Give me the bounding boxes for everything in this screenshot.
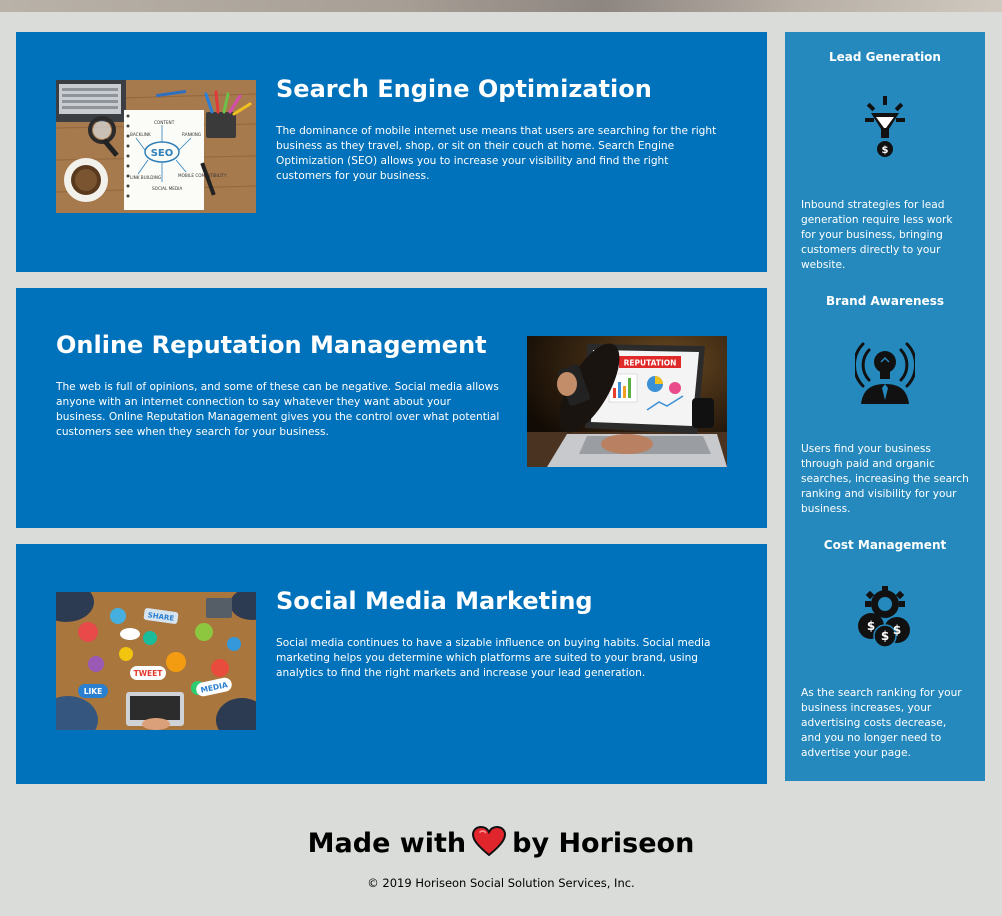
money-gear-icon: $ $ $ — [858, 586, 910, 648]
seo-description: The dominance of mobile internet use mea… — [276, 125, 717, 182]
reputation-title: Online Reputation Management — [56, 331, 487, 359]
benefit-text: As the search ranking for your business … — [801, 687, 962, 759]
svg-text:$: $ — [893, 623, 901, 637]
social-image-word: LIKE — [84, 687, 103, 696]
social-description: Social media continues to have a sizable… — [276, 637, 711, 679]
benefit-brand-awareness: Brand Awareness Users find your business… — [785, 294, 985, 517]
footer-made-with: Made with — [307, 828, 467, 859]
seo-image-word: LINK BUILDING — [130, 175, 161, 180]
footer-by: by Horiseon — [512, 828, 695, 859]
lightbulb-person-icon — [855, 342, 915, 404]
benefit-title: Brand Awareness — [826, 294, 944, 308]
copyright: © 2019 Horiseon Social Solution Services… — [367, 876, 635, 890]
footer-heading: Made with by Horiseon — [0, 825, 1002, 866]
seo-image-word: SEO — [151, 148, 174, 159]
benefit-text: Inbound strategies for lead generation r… — [801, 199, 953, 271]
social-card: SHARE TWEET LIKE MEDIA Social Media Mark… — [16, 544, 767, 784]
footer: Made with by Horiseon © 2019 Horiseon Soc… — [0, 825, 1002, 890]
benefit-title: Lead Generation — [829, 50, 941, 64]
reputation-card: Online Reputation Management The web is … — [16, 288, 767, 528]
reputation-image: REPUTATION — [527, 336, 727, 467]
seo-title: Search Engine Optimization — [276, 75, 652, 103]
benefits-sidebar: Lead Generation $ Inbound strategies for… — [785, 32, 985, 781]
social-image-word: TWEET — [134, 669, 164, 678]
reputation-description: The web is full of opinions, and some of… — [56, 381, 500, 438]
heart-icon — [472, 825, 507, 866]
header-image-strip — [0, 0, 1002, 12]
seo-image-word: BACKLINK — [130, 132, 151, 137]
seo-card: SEO CONTENT BACKLINK RANKING LINK BUILDI… — [16, 32, 767, 272]
seo-image: SEO CONTENT BACKLINK RANKING LINK BUILDI… — [56, 80, 256, 213]
benefit-cost-management: Cost Management $ $ $ As the search rank… — [785, 538, 985, 761]
svg-text:$: $ — [881, 629, 889, 643]
seo-image-word: RANKING — [182, 132, 201, 137]
lead-funnel-icon: $ — [865, 96, 905, 157]
benefit-lead-generation: Lead Generation $ Inbound strategies for… — [785, 50, 985, 273]
seo-image-word: SOCIAL MEDIA — [152, 186, 182, 191]
benefit-title: Cost Management — [823, 538, 947, 552]
social-title: Social Media Marketing — [276, 587, 593, 615]
social-image: SHARE TWEET LIKE MEDIA — [56, 592, 256, 730]
reputation-image-word: REPUTATION — [624, 359, 677, 368]
seo-image-word: MOBILE COMPATIBILITY — [178, 173, 227, 178]
svg-text:$: $ — [882, 145, 889, 156]
benefit-text: Users find your business through paid an… — [801, 443, 969, 515]
seo-image-word: CONTENT — [154, 120, 175, 125]
svg-text:$: $ — [867, 619, 875, 633]
